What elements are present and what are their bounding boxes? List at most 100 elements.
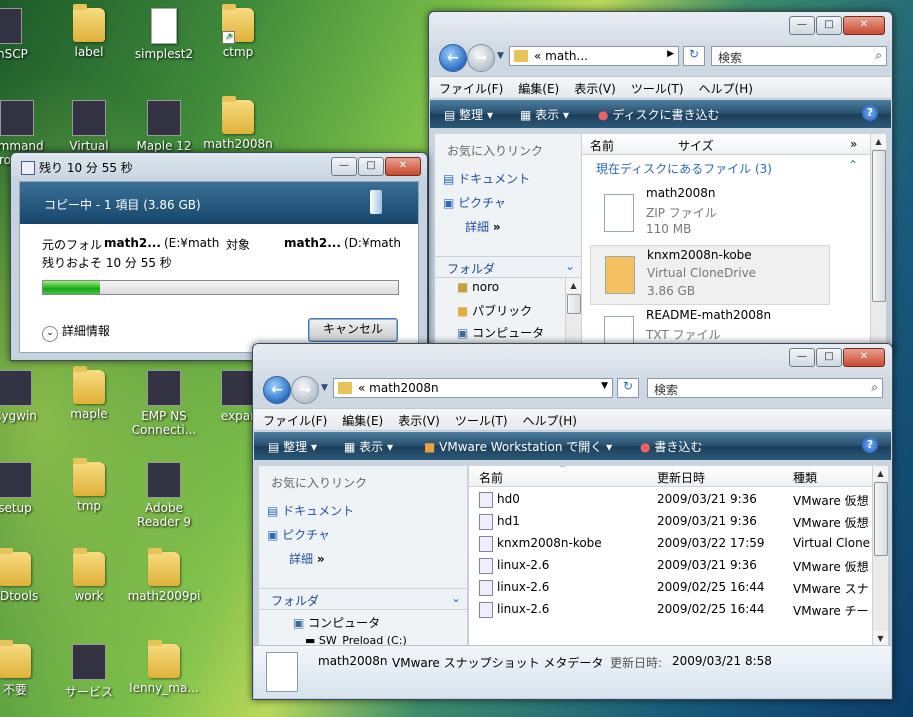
folders-header[interactable]: フォルダ ⌄: [259, 588, 467, 610]
desktop-icon[interactable]: WinSCP: [0, 8, 50, 61]
app-icon: [0, 370, 32, 406]
minimize-button[interactable]: —: [789, 348, 815, 367]
copy-progress-dialog[interactable]: 残り 10 分 55 秒 — □ ✕ コピー中 - 1 項目 (3.86 GB)…: [10, 152, 428, 361]
maximize-button[interactable]: □: [816, 16, 842, 35]
section-header[interactable]: 現在ディスクにあるファイル (3) ⌃: [582, 158, 870, 178]
maximize-button[interactable]: □: [358, 157, 384, 176]
file-scrollbar[interactable]: ▲: [870, 134, 886, 346]
table-row[interactable]: hd1 2009/03/21 9:36 VMware 仮想: [469, 510, 872, 532]
cancel-button[interactable]: キャンセル: [308, 318, 398, 342]
address-bar[interactable]: « math... ▶: [509, 46, 679, 66]
row-name: linux-2.6: [497, 558, 550, 572]
file-tile[interactable]: math2008n ZIP ファイル 110 MB: [590, 184, 828, 242]
address-dropdown-icon[interactable]: ▼: [601, 381, 608, 391]
burn-button[interactable]: ● ディスクに書き込む: [598, 106, 719, 123]
app-icon: [72, 100, 106, 136]
pictures-icon: ▣: [267, 528, 279, 542]
favorite-documents[interactable]: ▤ ドキュメント: [443, 170, 530, 187]
views-button[interactable]: ▦ 表示 ▾: [344, 438, 393, 455]
folder-tree-item[interactable]: ■ パブリック: [457, 302, 532, 319]
forward-button[interactable]: →: [467, 44, 495, 72]
column-date[interactable]: 更新日時: [657, 469, 705, 486]
close-button[interactable]: ✕: [843, 348, 885, 367]
column-name[interactable]: 名前: [590, 137, 614, 154]
explorer-window-top[interactable]: — □ ✕ ← → ▼ « math... ▶ ↻ 検索 ⌕ ファイル(F) 編集(…: [428, 11, 893, 353]
menu-edit[interactable]: 編集(E): [509, 77, 565, 97]
folders-header[interactable]: フォルダ ⌄: [435, 256, 581, 278]
organize-button[interactable]: ▤ 整理 ▾: [268, 438, 317, 455]
details-toggle[interactable]: ⌄ 詳細情報: [42, 322, 110, 342]
desktop-icon[interactable]: lenny_ma...: [119, 640, 209, 695]
forward-button[interactable]: →: [291, 376, 319, 404]
burn-button[interactable]: ● 書き込む: [640, 438, 702, 455]
folder-tree-item[interactable]: ▣ コンピュータ: [457, 324, 544, 341]
favorite-pictures[interactable]: ▣ ピクチャ: [443, 194, 506, 211]
column-type[interactable]: 種類: [793, 469, 817, 486]
favorite-pictures[interactable]: ▣ ピクチャ: [267, 526, 330, 543]
chevron-down-icon: ⌄: [42, 326, 58, 342]
search-icon[interactable]: ⌕: [875, 48, 882, 63]
menu-edit[interactable]: 編集(E): [333, 409, 389, 429]
table-row[interactable]: linux-2.6 2009/03/21 9:36 VMware 仮想: [469, 554, 872, 576]
open-with-button[interactable]: ■ VMware Workstation で開く ▾: [424, 438, 612, 455]
file-tile[interactable]: knxm2008n-kobe Virtual CloneDrive 3.86 GB: [590, 245, 830, 305]
search-icon[interactable]: ⌕: [871, 380, 878, 395]
history-dropdown-icon[interactable]: ▼: [321, 383, 328, 393]
time-remaining: 残りおよそ 10 分 55 秒: [42, 256, 172, 270]
column-size[interactable]: サイズ: [678, 137, 714, 154]
close-button[interactable]: ✕: [385, 157, 421, 176]
menu-view[interactable]: 表示(V): [565, 77, 622, 97]
more-link[interactable]: 詳細 »: [289, 550, 325, 567]
favorite-documents[interactable]: ▤ ドキュメント: [267, 502, 354, 519]
maximize-button[interactable]: □: [816, 348, 842, 367]
table-row[interactable]: hd0 2009/03/21 9:36 VMware 仮想: [469, 488, 872, 510]
refresh-button[interactable]: ↻: [683, 46, 705, 66]
help-icon[interactable]: ?: [862, 105, 878, 121]
menu-file[interactable]: ファイル(F): [430, 77, 509, 97]
back-button[interactable]: ←: [263, 376, 291, 404]
menu-tools[interactable]: ツール(T): [446, 409, 514, 429]
command-bar: ▤ 整理 ▾ ▦ 表示 ▾ ■ VMware Workstation で開く ▾…: [254, 432, 891, 460]
disc-icon: ●: [598, 108, 609, 122]
file-type-icon: [266, 652, 298, 692]
row-date: 2009/03/21 9:36: [657, 558, 757, 572]
back-button[interactable]: ←: [439, 44, 467, 72]
folder-tree-item[interactable]: ■ noro: [457, 280, 499, 294]
address-bar[interactable]: « math2008n ▼: [333, 378, 613, 398]
desktop-icon[interactable]: math2008n: [193, 96, 283, 151]
menu-tools[interactable]: ツール(T): [622, 77, 690, 97]
file-tile[interactable]: README-math2008n TXT ファイル: [590, 306, 828, 346]
more-link[interactable]: 詳細 »: [465, 218, 501, 235]
folder-icon: [514, 50, 528, 62]
file-icon: [479, 536, 493, 552]
views-button[interactable]: ▦ 表示 ▾: [520, 106, 569, 123]
table-row[interactable]: linux-2.6 2009/02/25 16:44 VMware スナ: [469, 576, 872, 598]
minimize-button[interactable]: —: [331, 157, 357, 176]
desktop-icon[interactable]: math2009pi: [119, 548, 209, 603]
explorer-window-bottom[interactable]: — □ ✕ ← → ▼ « math2008n ▼ ↻ 検索 ⌕ ファイル(F) 編…: [252, 343, 893, 700]
history-dropdown-icon[interactable]: ▼: [497, 51, 504, 61]
menu-file[interactable]: ファイル(F): [254, 409, 333, 429]
collapse-icon[interactable]: ⌃: [848, 158, 858, 172]
search-input[interactable]: 検索 ⌕: [711, 46, 887, 66]
table-row[interactable]: linux-2.6 2009/02/25 16:44 VMware チー: [469, 598, 872, 620]
close-button[interactable]: ✕: [843, 16, 885, 35]
column-name[interactable]: 名前: [479, 469, 503, 486]
desktop-icon[interactable]: ctmp: [193, 4, 283, 59]
menu-view[interactable]: 表示(V): [389, 409, 446, 429]
nav-scrollbar[interactable]: ▲: [565, 278, 581, 346]
menu-help[interactable]: ヘルプ(H): [514, 409, 583, 429]
minimize-button[interactable]: —: [789, 16, 815, 35]
refresh-button[interactable]: ↻: [617, 378, 639, 398]
help-icon[interactable]: ?: [862, 437, 878, 453]
column-more-icon[interactable]: »: [850, 137, 857, 151]
folder-tree-item[interactable]: ▣ コンピュータ: [293, 614, 380, 631]
search-input[interactable]: 検索 ⌕: [647, 378, 883, 398]
table-row[interactable]: knxm2008n-kobe 2009/03/22 17:59 Virtual Cl…: [469, 532, 872, 554]
source-label: 元のフォル: [42, 238, 103, 252]
file-scrollbar[interactable]: ▲ ▼: [872, 466, 888, 646]
desktop-icon[interactable]: Adobe Reader 9: [119, 462, 209, 529]
organize-button[interactable]: ▤ 整理 ▾: [444, 106, 493, 123]
menu-help[interactable]: ヘルプ(H): [690, 77, 759, 97]
address-dropdown-icon[interactable]: ▶: [667, 49, 674, 59]
